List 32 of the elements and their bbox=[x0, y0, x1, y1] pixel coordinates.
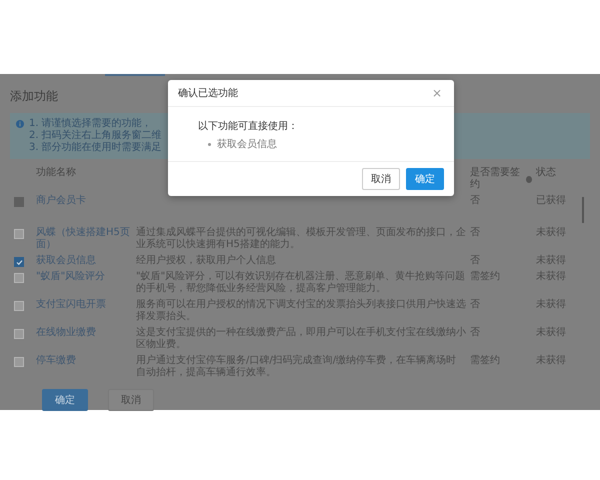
checkbox[interactable] bbox=[14, 257, 24, 267]
column-header: 状态 bbox=[536, 166, 557, 180]
tip-text: 2. 扫码关注右上角服务窗二维 bbox=[29, 130, 162, 142]
checkbox[interactable] bbox=[14, 229, 24, 239]
feature-name[interactable]: 支付宝闪电开票 bbox=[36, 297, 132, 313]
checkbox[interactable] bbox=[14, 301, 24, 311]
active-tab-underline[interactable] bbox=[105, 74, 165, 76]
tip-text: 3. 部分功能在使用时需要满足 bbox=[29, 142, 162, 154]
feature-name[interactable]: "蚁盾"风险评分 bbox=[36, 269, 132, 285]
feature-name[interactable]: 风蝶（快速搭建H5页面） bbox=[36, 225, 132, 253]
checkbox[interactable] bbox=[14, 357, 24, 367]
checkbox[interactable] bbox=[14, 329, 24, 339]
column-header: 是否需要签约 bbox=[470, 167, 521, 191]
dialog-message: 以下功能可直接使用： bbox=[198, 120, 299, 133]
feature-name[interactable]: 停车缴费 bbox=[36, 353, 132, 369]
list-item: 获取会员信息 bbox=[217, 138, 277, 151]
cancel-button[interactable]: 取消 bbox=[362, 168, 400, 190]
confirm-button[interactable]: 确定 bbox=[406, 168, 444, 190]
info-icon bbox=[16, 120, 24, 128]
close-button[interactable]: × bbox=[430, 86, 444, 100]
feature-name[interactable]: 获取会员信息 bbox=[36, 253, 132, 269]
help-icon bbox=[526, 176, 532, 182]
feature-name[interactable]: 在线物业缴费 bbox=[36, 325, 132, 341]
page-title: 添加功能 bbox=[10, 88, 58, 105]
bullet-icon bbox=[208, 142, 211, 146]
column-header: 功能名称 bbox=[36, 166, 77, 180]
cancel-button[interactable]: 取消 bbox=[108, 389, 154, 411]
confirm-button[interactable]: 确定 bbox=[42, 389, 88, 411]
tip-text: 1. 请谨慎选择需要的功能， bbox=[29, 118, 153, 130]
scrollbar-thumb[interactable] bbox=[582, 197, 584, 223]
dialog-title: 确认已选功能 bbox=[178, 86, 238, 100]
checkbox[interactable] bbox=[14, 273, 24, 283]
